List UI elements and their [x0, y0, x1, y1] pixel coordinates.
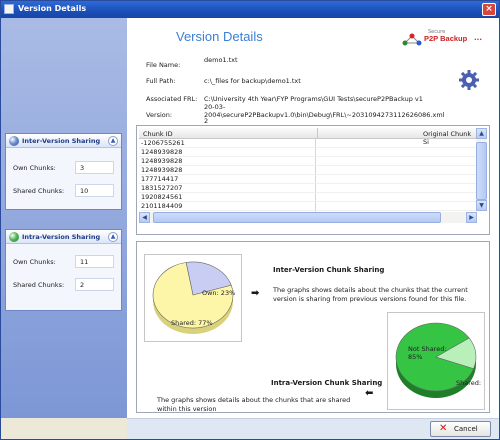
file-name-label: File Name: [146, 61, 181, 69]
app-logo: Secure P2P Backup ... [402, 29, 487, 49]
chunk-id-cell: 2101184409 [141, 202, 183, 210]
shared-chunks-row: Shared Chunks: 10 [6, 181, 121, 201]
column-divider [317, 128, 318, 139]
intra-version-panel-title: Intra-Version Sharing [22, 233, 101, 241]
chunk-sharing-graphs: Own: 23% Shared: 77% ➡ Inter-Version Chun… [136, 241, 491, 413]
intra-version-chart-description: The graphs shows details about the chunk… [157, 396, 351, 413]
cancel-button[interactable]: ✕ Cancel [430, 421, 491, 437]
chunk-table-body: -1206755261 1248939828 1248939828 124893982… [137, 139, 477, 212]
chunk-table-header: Chunk ID Original Chunk Si [139, 128, 477, 146]
page-title: Version Details [176, 29, 263, 44]
scroll-left-icon[interactable]: ◀ [139, 212, 150, 223]
pie-data-label: Shared: 77% [171, 319, 213, 327]
shared-chunks-label: Shared Chunks: [13, 187, 65, 195]
title-bar: Version Details × [1, 1, 499, 18]
version-details-window: Version Details × Inter-Version Sharing … [0, 0, 500, 440]
table-row[interactable]: -1206755261 [139, 139, 477, 148]
chunk-id-cell: 1248939828 [141, 157, 183, 165]
file-details-section: Version Details Secure P2P Backup ... Fi… [136, 23, 490, 134]
scroll-right-icon[interactable]: ▶ [466, 212, 477, 223]
table-row[interactable]: 1831527207 [139, 184, 477, 193]
chunk-id-cell: 1248939828 [141, 148, 183, 156]
logo-suffix: ... [474, 34, 482, 42]
network-graph-icon [402, 33, 422, 46]
version-label: Version: [146, 111, 173, 119]
horizontal-scrollbar[interactable]: ◀ ▶ [139, 212, 477, 223]
shared-chunks-row: Shared Chunks: 2 [6, 275, 121, 295]
full-path-label: Full Path: [146, 77, 176, 85]
version-value: 2 [204, 117, 209, 125]
table-row[interactable]: 1920824561 [139, 193, 477, 202]
logo-text: P2P Backup [424, 34, 468, 43]
gear-icon [459, 70, 479, 90]
pie-data-label: Shared: 15 [456, 379, 484, 387]
vertical-scrollbar[interactable]: ▲ ▼ [476, 128, 487, 211]
vertical-scroll-thumb[interactable] [476, 142, 487, 200]
collapse-chevron-icon[interactable]: ▲ [108, 232, 118, 242]
own-chunks-row: Own Chunks: 11 [6, 252, 121, 272]
inter-version-chart-description: The graphs shows details about the chunk… [273, 286, 468, 303]
own-chunks-value: 11 [75, 255, 114, 268]
scroll-down-icon[interactable]: ▼ [476, 200, 487, 211]
chunk-table: Chunk ID Original Chunk Si -1206755261 12… [136, 125, 490, 235]
file-name-value: demo1.txt [204, 56, 238, 64]
intra-version-chart-title: Intra-Version Chunk Sharing [271, 379, 383, 387]
inter-version-pie: Own: 23% Shared: 77% [152, 261, 235, 334]
inter-version-panel: Inter-Version Sharing ▲ Own Chunks: 3 Sh… [5, 133, 122, 210]
arrow-right-icon: ➡ [251, 288, 260, 299]
cancel-label: Cancel [454, 425, 478, 433]
chunk-id-cell: 1831527207 [141, 184, 183, 192]
collapse-chevron-icon[interactable]: ▲ [108, 136, 118, 146]
footer: ✕ Cancel [127, 418, 499, 439]
inter-version-chart: Own: 23% Shared: 77% [144, 254, 242, 342]
horizontal-scroll-thumb[interactable] [153, 212, 441, 223]
own-chunks-label: Own Chunks: [13, 164, 56, 172]
shared-chunks-value: 2 [75, 278, 114, 291]
associated-frl-value: C:\University 4th Year\FYP Programs\GUI … [204, 95, 445, 119]
table-row[interactable]: 2101184409 [139, 202, 477, 211]
main-content: Version Details Secure P2P Backup ... Fi… [127, 18, 499, 418]
pie-data-label: Not Shared: [408, 345, 447, 353]
chunk-id-cell: 1248939828 [141, 166, 183, 174]
own-chunks-row: Own Chunks: 3 [6, 158, 121, 178]
shared-chunks-label: Shared Chunks: [13, 281, 65, 289]
inter-version-panel-title: Inter-Version Sharing [22, 137, 101, 145]
share-icon [9, 232, 19, 242]
inter-version-chart-title: Inter-Version Chunk Sharing [273, 266, 385, 274]
window-title: Version Details [18, 4, 87, 13]
own-chunks-label: Own Chunks: [13, 258, 56, 266]
chunk-id-cell: -1206755261 [141, 139, 185, 147]
scroll-up-icon[interactable]: ▲ [476, 128, 487, 139]
intra-version-panel-header[interactable]: Intra-Version Sharing ▲ [6, 230, 121, 244]
own-chunks-value: 3 [75, 161, 114, 174]
cancel-icon: ✕ [439, 423, 448, 434]
associated-frl-label: Associated FRL: [146, 95, 198, 103]
table-row[interactable]: 1248939828 [139, 166, 477, 175]
table-row[interactable]: 1248939828 [139, 148, 477, 157]
sidebar: Inter-Version Sharing ▲ Own Chunks: 3 Sh… [1, 18, 127, 418]
table-row[interactable]: 1248939828 [139, 157, 477, 166]
pie-data-label: 85% [408, 353, 422, 361]
chunk-id-cell: 177714417 [141, 175, 179, 183]
pie-data-label: Own: 23% [202, 289, 235, 297]
chunk-id-cell: 1920824561 [141, 193, 183, 201]
shared-chunks-value: 10 [75, 184, 114, 197]
share-icon [9, 136, 19, 146]
close-button[interactable]: × [482, 3, 496, 16]
intra-version-chart: Not Shared:85% Shared: 15 [387, 312, 491, 410]
full-path-value: c:\_files for backup\demo1.txt [204, 77, 301, 85]
inter-version-panel-header[interactable]: Inter-Version Sharing ▲ [6, 134, 121, 148]
column-header-chunk-id[interactable]: Chunk ID [143, 130, 173, 138]
table-row[interactable]: 177714417 [139, 175, 477, 184]
intra-version-pie: Not Shared:85% Shared: 15 [395, 322, 491, 398]
intra-version-panel: Intra-Version Sharing ▲ Own Chunks: 11 S… [5, 229, 122, 311]
window-icon [4, 4, 14, 14]
